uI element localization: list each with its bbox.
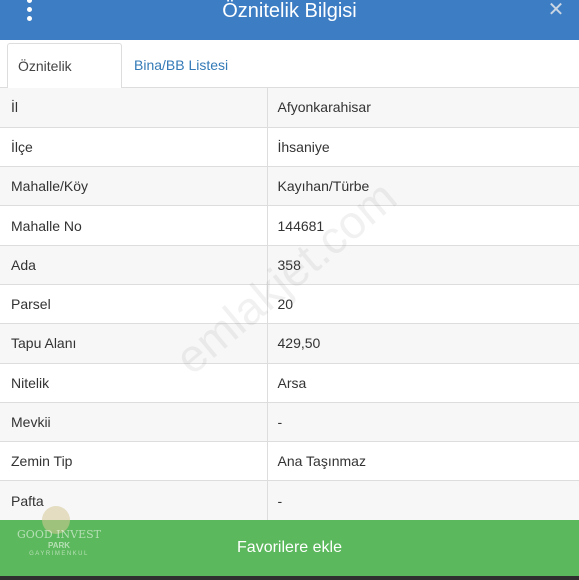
attribute-value: 429,50: [267, 323, 579, 364]
attribute-label: Parsel: [0, 283, 268, 324]
attribute-value: 144681: [267, 205, 579, 246]
attribute-label: Nitelik: [0, 362, 268, 403]
tab-bar: Öznitelik Bilgisi Bina/BB Listesi: [0, 40, 579, 118]
bottom-edge: [0, 576, 579, 580]
header-bar: Öznitelik Bilgisi ✕: [0, 0, 579, 40]
table-row: Nitelik Arsa: [0, 362, 579, 403]
attribute-label: Zemin Tip: [0, 441, 268, 481]
add-favorites-label: Favorilere ekle: [237, 539, 342, 556]
attribute-label: Mevkii: [0, 401, 268, 442]
tab-bina-bb-listesi[interactable]: Bina/BB Listesi: [124, 43, 238, 89]
table-row: Tapu Alanı 429,50: [0, 323, 579, 364]
attribute-value: Ana Taşınmaz: [267, 441, 579, 481]
attribute-value: Arsa: [267, 362, 579, 403]
attribute-label: İlçe: [0, 126, 268, 167]
attribute-value: Afyonkarahisar: [267, 88, 579, 128]
table-row: Zemin Tip Ana Taşınmaz: [0, 441, 579, 481]
table-row: İl Afyonkarahisar: [0, 88, 579, 128]
attribute-table: İl Afyonkarahisar İlçe İhsaniye Mahalle/…: [0, 88, 579, 521]
attribute-value: İhsaniye: [267, 126, 579, 167]
attribute-label: Mahalle/Köy: [0, 166, 268, 206]
table-row: Mahalle/Köy Kayıhan/Türbe: [0, 166, 579, 206]
attribute-label: Tapu Alanı: [0, 323, 268, 364]
attribute-label: İl: [0, 88, 268, 128]
attribute-value: Kayıhan/Türbe: [267, 166, 579, 206]
table-row: Parsel 20: [0, 283, 579, 324]
table-row: Mevkii -: [0, 401, 579, 442]
page-title: Öznitelik Bilgisi: [222, 0, 357, 22]
table-row: İlçe İhsaniye: [0, 126, 579, 167]
tab-oznitelik-bilgisi[interactable]: Öznitelik Bilgisi: [7, 43, 122, 118]
table-row: Pafta -: [0, 480, 579, 521]
table-row: Mahalle No 144681: [0, 205, 579, 246]
attribute-value: 358: [267, 244, 579, 285]
attribute-label: Mahalle No: [0, 205, 268, 246]
close-icon[interactable]: ✕: [547, 0, 565, 20]
attribute-value: 20: [267, 283, 579, 324]
attribute-label: Ada: [0, 244, 268, 285]
attribute-value: -: [267, 401, 579, 442]
attribute-label: Pafta: [0, 480, 268, 521]
table-row: Ada 358: [0, 244, 579, 285]
attribute-value: -: [267, 480, 579, 521]
add-favorites-button[interactable]: GOOD INVEST PARK GAYRIMENKUL Favorilere …: [0, 506, 579, 576]
